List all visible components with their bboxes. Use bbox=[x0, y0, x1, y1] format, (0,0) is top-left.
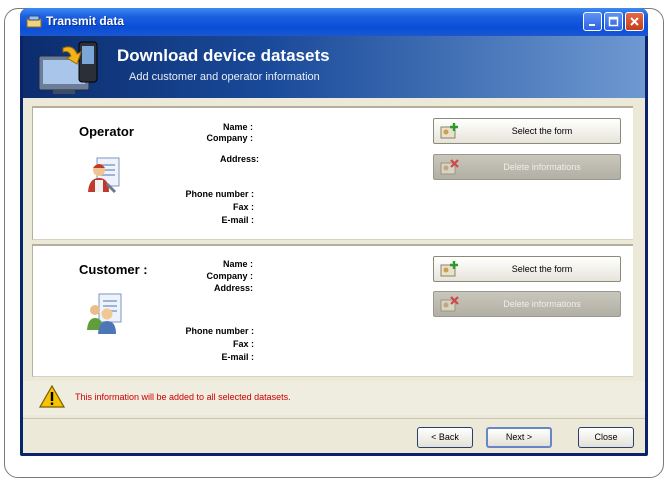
operator-company-label: Company : bbox=[206, 133, 253, 143]
operator-select-form-label: Select the form bbox=[511, 126, 573, 136]
operator-email-label: E-mail : bbox=[221, 215, 254, 225]
operator-phone-label: Phone number : bbox=[185, 189, 254, 199]
operator-icon bbox=[85, 154, 125, 201]
delete-form-icon bbox=[440, 295, 460, 315]
operator-panel: Operator Name : Company : Address: Phone… bbox=[32, 106, 633, 240]
delete-form-icon bbox=[440, 158, 460, 178]
transmit-data-window: Transmit data Download device datasets A… bbox=[20, 8, 648, 456]
app-icon bbox=[26, 14, 42, 28]
operator-fax-label: Fax : bbox=[232, 202, 254, 212]
minimize-button[interactable] bbox=[583, 12, 602, 31]
add-form-icon bbox=[440, 260, 460, 280]
customer-phone-label: Phone number : bbox=[185, 326, 254, 336]
customer-icon bbox=[85, 290, 127, 341]
customer-name-label: Name : bbox=[222, 259, 253, 269]
add-form-icon bbox=[440, 122, 460, 142]
device-download-icon bbox=[33, 40, 109, 101]
footer-divider bbox=[23, 418, 645, 419]
warning-icon bbox=[38, 384, 66, 414]
customer-select-form-label: Select the form bbox=[511, 264, 573, 274]
operator-name-label: Name : bbox=[222, 122, 253, 132]
customer-panel: Customer : Name : Company : Address: Pho… bbox=[32, 244, 633, 377]
customer-company-label: Company : bbox=[206, 271, 253, 281]
wizard-header: Download device datasets Add customer an… bbox=[23, 36, 645, 98]
customer-delete-info-button[interactable]: Delete informations bbox=[433, 291, 621, 317]
back-button[interactable]: < Back bbox=[417, 427, 473, 448]
customer-select-form-button[interactable]: Select the form bbox=[433, 256, 621, 282]
title-bar[interactable]: Transmit data bbox=[20, 8, 648, 36]
operator-address-label: Address: bbox=[219, 154, 259, 164]
operator-select-form-button[interactable]: Select the form bbox=[433, 118, 621, 144]
operator-delete-info-label: Delete informations bbox=[503, 162, 581, 172]
close-button[interactable]: Close bbox=[578, 427, 634, 448]
customer-delete-info-label: Delete informations bbox=[503, 299, 581, 309]
header-subtitle: Add customer and operator information bbox=[129, 71, 320, 83]
operator-delete-info-button[interactable]: Delete informations bbox=[433, 154, 621, 180]
header-title: Download device datasets bbox=[117, 46, 330, 65]
customer-email-label: E-mail : bbox=[221, 352, 254, 362]
maximize-button[interactable] bbox=[604, 12, 623, 31]
operator-title: Operator bbox=[79, 124, 134, 139]
customer-address-label: Address: bbox=[213, 283, 253, 293]
close-window-button[interactable] bbox=[625, 12, 644, 31]
warning-bar: This information will be added to all se… bbox=[23, 381, 645, 415]
warning-text: This information will be added to all se… bbox=[75, 392, 291, 402]
next-button[interactable]: Next > bbox=[486, 427, 552, 448]
window-title: Transmit data bbox=[46, 14, 125, 28]
dialog-client-area: Download device datasets Add customer an… bbox=[23, 36, 645, 453]
customer-fax-label: Fax : bbox=[232, 339, 254, 349]
